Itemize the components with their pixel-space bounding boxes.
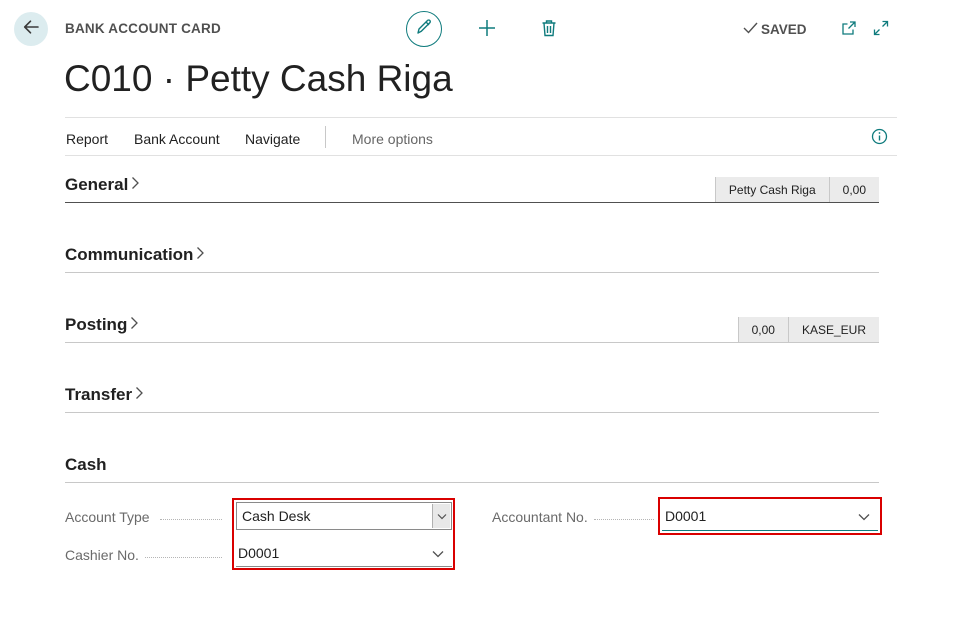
account-type-label: Account Type: [65, 509, 150, 525]
action-separator: [325, 126, 326, 148]
info-icon: [871, 128, 888, 149]
back-button[interactable]: [14, 12, 48, 46]
section-transfer-title: Transfer: [65, 385, 133, 404]
cashier-no-input[interactable]: D0001: [236, 540, 452, 567]
section-transfer-toggle[interactable]: Transfer: [65, 385, 144, 405]
action-bank-account[interactable]: Bank Account: [134, 131, 220, 147]
field-leader: [145, 556, 222, 558]
info-button[interactable]: [871, 128, 888, 150]
posting-summary: 0,00 KASE_EUR: [737, 317, 879, 342]
pencil-icon: [415, 18, 433, 41]
section-cash: Cash: [65, 451, 879, 483]
field-leader: [594, 518, 654, 520]
expand-icon: [873, 20, 889, 41]
cashier-no-value: D0001: [238, 545, 280, 561]
section-transfer: Transfer: [65, 381, 879, 413]
section-cash-toggle[interactable]: Cash: [65, 455, 107, 475]
section-posting: Posting 0,00 KASE_EUR: [65, 311, 879, 343]
action-bar: Report Bank Account Navigate More option…: [65, 117, 897, 156]
chevron-down-icon[interactable]: [432, 545, 444, 561]
action-navigate[interactable]: Navigate: [245, 131, 300, 147]
page-title: C010 · Petty Cash Riga: [64, 58, 453, 99]
delete-button[interactable]: [538, 19, 560, 41]
action-more-options[interactable]: More options: [352, 131, 433, 147]
accountant-no-input[interactable]: D0001: [662, 501, 878, 531]
chevron-right-icon: [130, 315, 139, 335]
plus-icon: [478, 19, 496, 42]
section-communication-title: Communication: [65, 245, 194, 264]
section-cash-title: Cash: [65, 455, 107, 474]
back-arrow-icon: [22, 18, 40, 41]
field-leader: [160, 518, 222, 520]
chevron-right-icon: [135, 385, 144, 405]
account-type-select[interactable]: Cash Desk: [236, 502, 452, 530]
chevron-down-icon[interactable]: [858, 508, 870, 524]
general-chip-name: Petty Cash Riga: [714, 177, 829, 202]
checkmark-icon: [743, 21, 758, 37]
cashier-no-label: Cashier No.: [65, 547, 139, 563]
section-general-title: General: [65, 175, 129, 194]
saved-label: SAVED: [761, 21, 807, 37]
accountant-no-label: Accountant No.: [492, 509, 588, 525]
saved-status: SAVED: [743, 21, 807, 37]
section-communication: Communication: [65, 241, 879, 273]
general-chip-balance: 0,00: [828, 177, 879, 202]
section-posting-toggle[interactable]: Posting: [65, 315, 139, 335]
posting-chip-amount: 0,00: [737, 317, 788, 342]
section-communication-toggle[interactable]: Communication: [65, 245, 205, 265]
chevron-right-icon: [131, 175, 140, 195]
chevron-down-icon[interactable]: [432, 504, 450, 528]
posting-chip-group: KASE_EUR: [787, 317, 879, 342]
section-general-toggle[interactable]: General: [65, 175, 140, 195]
section-posting-title: Posting: [65, 315, 128, 334]
edit-button[interactable]: [406, 11, 442, 47]
action-report[interactable]: Report: [66, 131, 108, 147]
new-button[interactable]: [476, 19, 498, 41]
card-type-label: BANK ACCOUNT CARD: [65, 21, 221, 36]
open-new-window-button[interactable]: [838, 19, 860, 41]
accountant-no-value: D0001: [665, 507, 707, 524]
section-general: General Petty Cash Riga 0,00: [65, 171, 879, 203]
general-summary: Petty Cash Riga 0,00: [714, 177, 879, 202]
account-type-value: Cash Desk: [242, 508, 311, 524]
expand-button[interactable]: [870, 19, 892, 41]
chevron-right-icon: [196, 245, 205, 265]
trash-icon: [541, 19, 557, 42]
open-new-window-icon: [841, 20, 857, 41]
